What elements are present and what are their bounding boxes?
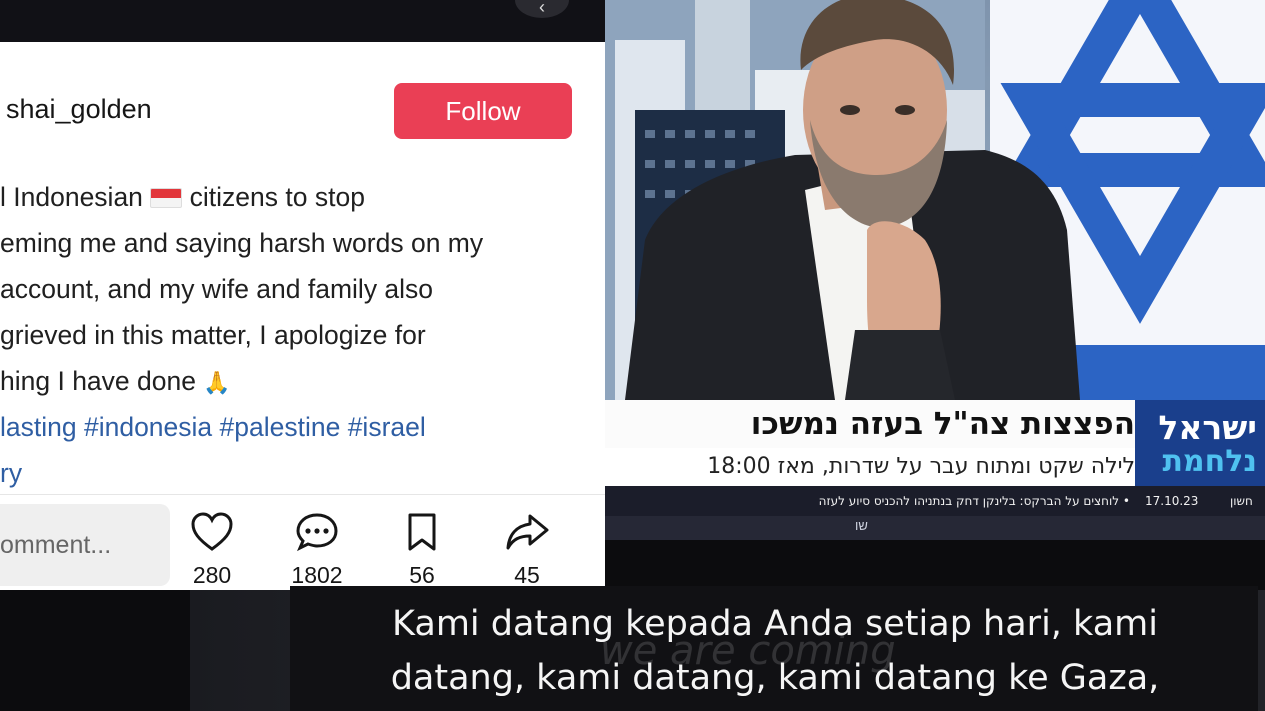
caption-line: account, and my wife and family also bbox=[0, 274, 434, 304]
divider bbox=[0, 494, 605, 495]
news-headline: הפצצות צה"ל בעזה נמשכו bbox=[605, 400, 1135, 448]
like-button[interactable]: 280 bbox=[172, 512, 252, 589]
caption-hashtags[interactable]: ry bbox=[0, 450, 600, 496]
channel-logo-bottom: נלחמת bbox=[1162, 444, 1257, 479]
subtitle-line-2: datang, kami datang, kami datang ke Gaza… bbox=[390, 658, 1160, 698]
caption-hashtags[interactable]: lasting #indonesia #palestine #israel bbox=[0, 404, 600, 450]
save-count: 56 bbox=[409, 562, 435, 588]
news-subheadline: לילה שקט ומתוח עבר על שדרות, מאז 18:00 bbox=[605, 448, 1135, 486]
ticker-day: חשון bbox=[1230, 494, 1253, 508]
news-anchor-figure bbox=[625, 0, 1080, 400]
ticker-text: • לוחצים על הברקס: בלינקן דחק בנתניהו לה… bbox=[818, 494, 1130, 508]
comment-count: 1802 bbox=[291, 562, 343, 588]
heart-icon bbox=[191, 512, 233, 551]
comment-button[interactable]: 1802 bbox=[277, 512, 357, 589]
post-username[interactable]: shai_golden bbox=[6, 94, 152, 125]
share-button[interactable]: 45 bbox=[487, 512, 567, 589]
save-button[interactable]: 56 bbox=[382, 512, 462, 589]
share-arrow-icon bbox=[506, 514, 549, 550]
caption-line: grieved in this matter, I apologize for bbox=[0, 320, 426, 350]
channel-logo-top: ישראל bbox=[1158, 408, 1257, 447]
caption-line: l Indonesian citizens to stop bbox=[0, 182, 365, 212]
ticker-date: 17.10.23 bbox=[1145, 494, 1199, 508]
social-post-panel: ‹ shai_golden Follow l Indonesian citize… bbox=[0, 0, 605, 590]
comment-bubble-icon bbox=[296, 513, 338, 552]
like-count: 280 bbox=[192, 562, 232, 588]
post-top-bar: ‹ bbox=[0, 0, 605, 42]
news-ticker: • לוחצים על הברקס: בלינקן דחק בנתניהו לה… bbox=[605, 486, 1265, 516]
caption-line: hing I have done 🙏 bbox=[0, 366, 231, 396]
tv-broadcast-frame: הפצצות צה"ל בעזה נמשכו לילה שקט ומתוח עב… bbox=[605, 0, 1265, 540]
subtitle-line-1: Kami datang kepada Anda setiap hari, kam… bbox=[392, 604, 1158, 644]
channel-logo: ישראל נלחמת bbox=[1135, 400, 1265, 486]
ticker-bottom-bar: שו bbox=[605, 516, 1265, 540]
post-caption: l Indonesian citizens to stop eming me a… bbox=[0, 174, 600, 496]
comment-input[interactable] bbox=[0, 504, 170, 586]
back-icon[interactable]: ‹ bbox=[515, 0, 569, 18]
indonesia-flag-icon bbox=[150, 188, 183, 208]
share-count: 45 bbox=[514, 562, 540, 588]
praying-hands-icon: 🙏 bbox=[203, 370, 231, 395]
follow-button[interactable]: Follow bbox=[394, 83, 572, 139]
bookmark-icon bbox=[408, 513, 436, 551]
caption-line: eming me and saying harsh words on my bbox=[0, 228, 484, 258]
post-card: shai_golden Follow l Indonesian citizens… bbox=[0, 42, 605, 590]
video-subtitle: Kami datang kepada Anda setiap hari, kam… bbox=[300, 597, 1250, 705]
ticker-small-logo: שו bbox=[855, 518, 868, 533]
